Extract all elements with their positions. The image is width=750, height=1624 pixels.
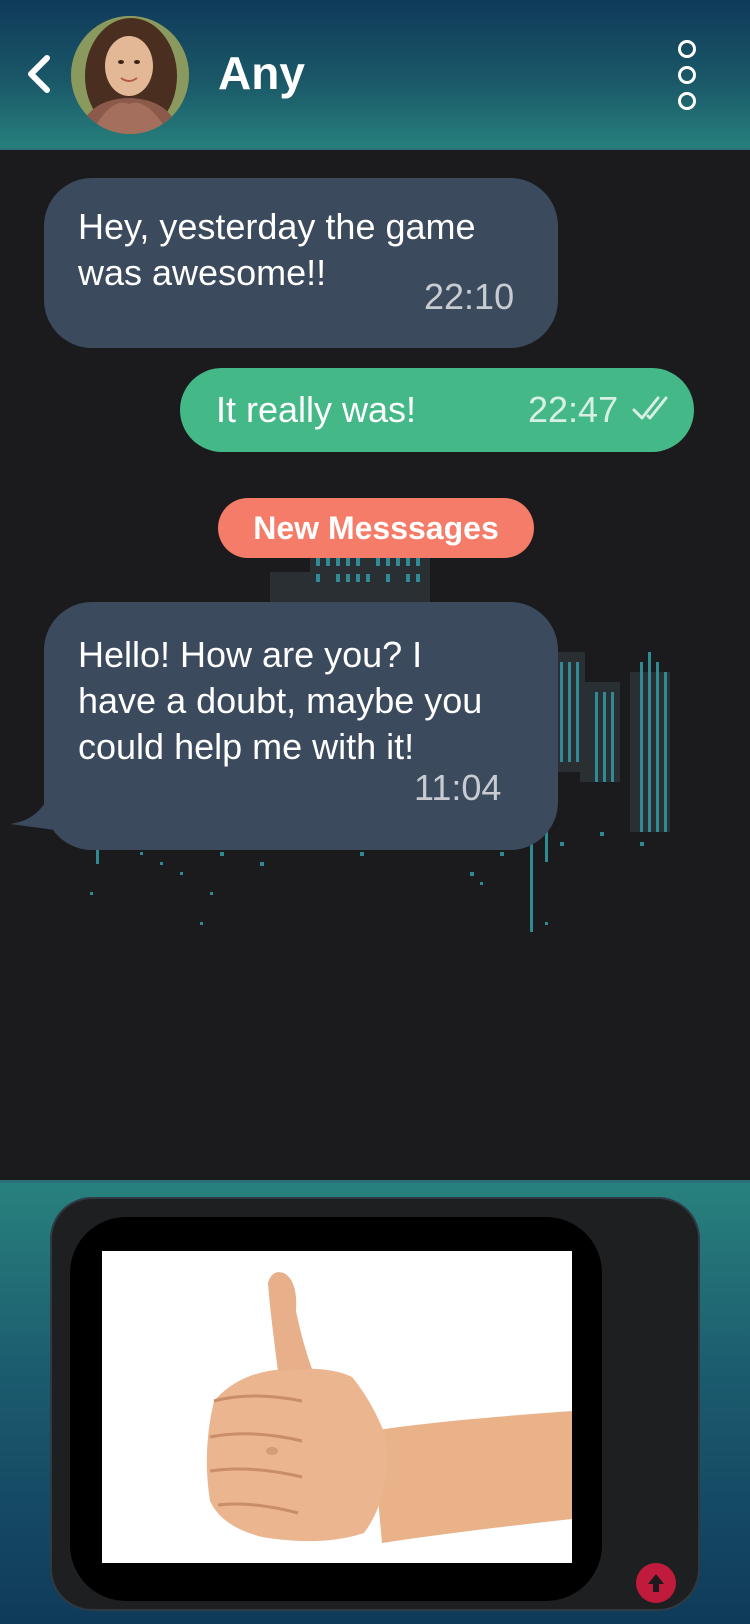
message-text: Hello! How are you? I have a doubt, mayb… (78, 634, 483, 767)
chevron-left-icon (28, 55, 50, 93)
more-vertical-icon (678, 40, 696, 58)
message-composer (0, 1180, 750, 1624)
thumbs-up-photo (102, 1251, 572, 1563)
back-button[interactable] (16, 48, 60, 100)
more-vertical-icon (678, 66, 696, 84)
image-attachment-preview[interactable] (70, 1217, 602, 1601)
more-vertical-icon (678, 92, 696, 110)
message-time: 22:47 (528, 389, 619, 430)
message-text: It really was! (216, 389, 417, 430)
outgoing-message[interactable]: It really was! 22:47 (180, 368, 694, 452)
incoming-message[interactable]: Hey, yesterday the game was awesome!! 22… (44, 178, 558, 348)
contact-avatar[interactable] (71, 16, 189, 134)
send-button[interactable] (636, 1563, 676, 1603)
incoming-message[interactable]: Hello! How are you? I have a doubt, mayb… (44, 602, 558, 850)
contact-name[interactable]: Any (218, 46, 305, 100)
double-check-icon (632, 396, 668, 420)
arrow-up-icon (648, 1574, 664, 1592)
chat-header: Any (0, 0, 750, 150)
composer-input-box[interactable] (50, 1197, 700, 1611)
message-time: 22:10 (424, 276, 515, 317)
thumbs-up-image (102, 1251, 572, 1563)
message-list[interactable]: Hey, yesterday the game was awesome!! 22… (0, 152, 750, 1180)
more-menu-button[interactable] (668, 38, 706, 114)
avatar-photo (71, 16, 189, 134)
new-messages-badge: New Messsages (218, 498, 534, 558)
message-time: 11:04 (414, 767, 502, 808)
